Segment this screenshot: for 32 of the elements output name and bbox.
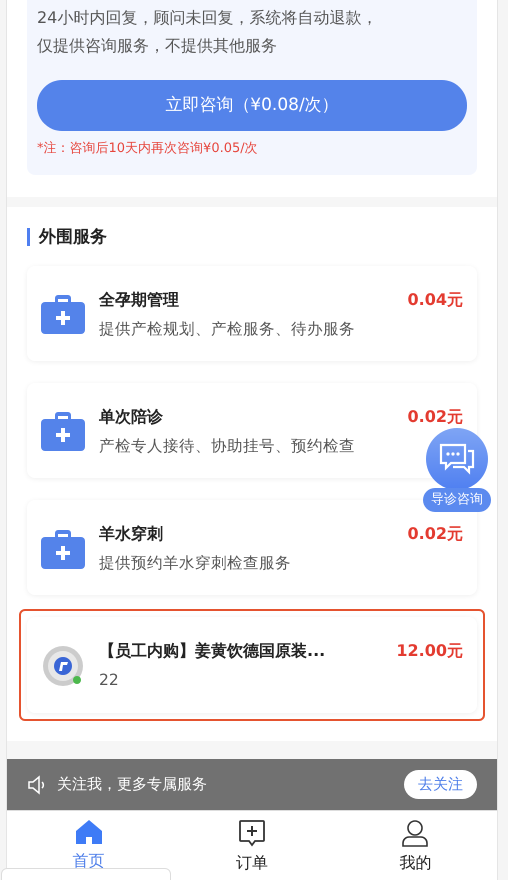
item-title: 单次陪诊 [99, 406, 163, 428]
item-description: 产检专人接待、协助挂号、预约检查 [99, 436, 356, 457]
add-message-icon [238, 819, 266, 847]
medical-kit-icon [41, 411, 85, 452]
item-description: 提供预约羊水穿刺检查服务 [99, 553, 292, 574]
chat-icon [439, 443, 475, 475]
follow-text: 关注我，更多专属服务 [57, 774, 207, 796]
home-icon [74, 819, 103, 845]
note-text: *注：咨询后10天内再次咨询¥0.05/次 [37, 140, 259, 158]
user-icon [401, 819, 430, 847]
consult-button[interactable]: 立即咨询（¥0.08/次） [37, 80, 467, 131]
medical-kit-icon [41, 528, 85, 569]
follow-button[interactable]: 去关注 [404, 770, 477, 799]
service-card[interactable]: 【员工内购】姜黄饮德国原装... 12.00元 22 [27, 617, 477, 712]
price-text: 12.00元 [396, 640, 463, 662]
item-description: 22 [99, 670, 120, 692]
medical-kit-icon [41, 294, 85, 334]
item-title: 【员工内购】姜黄饮德国原装... [99, 640, 326, 662]
tab[interactable]: 首页 [7, 811, 170, 880]
price-text: 0.02元 [408, 523, 463, 545]
tab[interactable]: 我的 [334, 811, 497, 880]
item-title: 羊水穿刺 [99, 523, 163, 545]
price-text: 0.04元 [408, 288, 463, 310]
price-text: 0.02元 [408, 406, 463, 428]
notice-text: 24小时内回复，顾问未回复，系统将自动退款， [37, 7, 378, 29]
section-title: 外围服务 [27, 228, 107, 246]
item-title: 全孕期管理 [99, 288, 179, 310]
tab[interactable]: 订单 [170, 811, 334, 880]
service-card[interactable]: 全孕期管理 0.04元 提供产检规划、产检服务、待办服务 [27, 266, 477, 361]
service-card[interactable]: 单次陪诊 0.02元 产检专人接待、协助挂号、预约检查 [27, 382, 477, 478]
notice-text: 仅提供咨询服务，不提供其他服务 [37, 35, 278, 57]
item-description: 提供产检规划、产检服务、待办服务 [99, 318, 356, 340]
